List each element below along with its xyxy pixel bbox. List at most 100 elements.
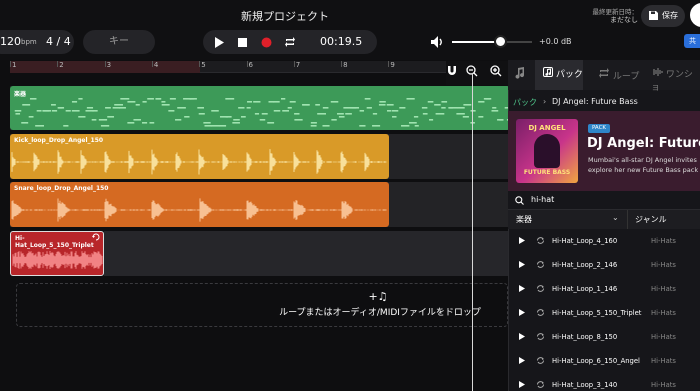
- magnet-icon[interactable]: [446, 65, 458, 77]
- play-icon[interactable]: [519, 357, 525, 364]
- hihat-region[interactable]: Hi-Hat_Loop_5_150_Triplet: [10, 231, 104, 276]
- music-note-icon: [515, 67, 525, 79]
- loop-icon: [537, 237, 544, 244]
- ruler-tick-label: 5: [201, 61, 206, 69]
- play-icon: [215, 36, 224, 48]
- drop-zone-text: ループまたはオーディオ/MIDIファイルをドロップ: [279, 308, 481, 318]
- genre-filter[interactable]: ジャンル: [635, 214, 667, 225]
- result-category: Hi-Hats: [651, 285, 676, 293]
- record-button[interactable]: [258, 34, 274, 50]
- app-window: 新規プロジェクト 120 bpm 4 / 4 キー 00:19.5 +0.0 d…: [0, 0, 700, 391]
- breadcrumb-packs[interactable]: パック: [513, 97, 537, 108]
- play-icon[interactable]: [519, 381, 525, 388]
- artwork-line-1: DJ ANGEL: [528, 124, 566, 132]
- play-icon[interactable]: [519, 309, 525, 316]
- loop-button[interactable]: [282, 34, 298, 50]
- loop-icon: [285, 37, 295, 47]
- snare-waveform: [11, 198, 387, 222]
- hihat-waveform: [12, 251, 103, 269]
- result-category: Hi-Hats: [651, 381, 676, 389]
- loop-icon: [599, 68, 609, 78]
- stop-icon: [237, 37, 247, 47]
- ruler-tick-label: 3: [106, 61, 112, 69]
- zoom-in-icon[interactable]: [490, 65, 502, 77]
- key-button[interactable]: キー: [83, 30, 155, 54]
- save-label: 保存: [662, 11, 678, 20]
- tab-packs-label: パック: [555, 70, 583, 80]
- result-category: Hi-Hats: [651, 357, 676, 365]
- instrument-filter[interactable]: 楽器: [516, 214, 532, 225]
- result-name: Hi-Hat_Loop_5_150_Triplet: [552, 309, 642, 317]
- kick-region[interactable]: Kick_loop_Drop_Angel_150: [10, 134, 389, 179]
- play-icon[interactable]: [519, 261, 525, 268]
- breadcrumb-separator: ›: [543, 97, 547, 106]
- loop-icon: [537, 261, 544, 268]
- filter-divider: [627, 210, 628, 229]
- ruler-tick-mark: [199, 61, 201, 67]
- ruler-tick-mark: [246, 61, 248, 67]
- ruler-tick-mark: [104, 61, 106, 67]
- loop-icon: [537, 285, 544, 292]
- loop-icon: [537, 309, 544, 316]
- pack-description: Mumbai's all-star DJ Angel invites: [588, 156, 697, 164]
- playhead[interactable]: [472, 73, 473, 391]
- volume-db: +0.0 dB: [539, 37, 572, 46]
- tempo-value[interactable]: 120: [0, 35, 21, 48]
- play-icon[interactable]: [519, 333, 525, 340]
- result-name: Hi-Hat_Loop_6_150_Angel: [552, 357, 640, 365]
- result-category: Hi-Hats: [651, 309, 676, 317]
- result-category: Hi-Hats: [651, 261, 676, 269]
- project-title[interactable]: 新規プロジェクト: [0, 8, 570, 24]
- play-button[interactable]: [211, 34, 227, 50]
- play-icon[interactable]: [519, 285, 525, 292]
- ruler-tick-label: 1: [12, 61, 17, 69]
- search-input[interactable]: hi-hat: [531, 195, 554, 204]
- tab-packs[interactable]: パック: [543, 67, 583, 80]
- loop-icon: [537, 333, 544, 340]
- waveform-icon: [653, 68, 663, 76]
- loop-badge-icon: [92, 233, 100, 241]
- tab-loops[interactable]: ループ: [598, 67, 639, 82]
- pack-tag: PACK: [588, 124, 610, 133]
- pack-title: DJ Angel: Future: [587, 136, 700, 151]
- breadcrumb-current: DJ Angel: Future Bass: [552, 97, 638, 106]
- chevron-down-icon[interactable]: ⌄: [612, 213, 619, 222]
- ruler-tick-label: 7: [295, 61, 301, 69]
- play-icon[interactable]: [519, 237, 525, 244]
- tab-loops-label: ループ: [612, 72, 640, 82]
- tempo-unit: bpm: [21, 38, 37, 46]
- volume-fill: [452, 41, 500, 43]
- snare-region[interactable]: Snare_loop_Drop_Angel_150: [10, 182, 389, 227]
- ruler-tick-mark: [10, 61, 11, 67]
- loop-icon: [537, 357, 544, 364]
- tab-instruments[interactable]: [515, 67, 525, 82]
- ruler-tick-mark: [341, 61, 343, 67]
- ruler-tick-label: 2: [59, 61, 64, 69]
- tab-oneshots[interactable]: ワンショ: [651, 67, 700, 93]
- track-lane: [104, 231, 508, 276]
- pack-icon: [543, 67, 553, 77]
- artwork-figure: [534, 134, 560, 168]
- ruler-tick-mark: [57, 61, 59, 67]
- stop-button[interactable]: [234, 34, 250, 50]
- result-category: Hi-Hats: [651, 237, 676, 245]
- filter-row: [508, 210, 700, 229]
- pack-artwork: DJ ANGEL FUTURE BASS: [516, 119, 578, 183]
- share-button[interactable]: 共: [684, 34, 700, 48]
- artwork-line-2: FUTURE BASS: [523, 169, 571, 176]
- save-icon: [649, 11, 658, 20]
- ruler-tick-mark: [151, 61, 153, 67]
- ruler-tick-label: 4: [153, 61, 159, 69]
- result-category: Hi-Hats: [651, 333, 676, 341]
- ruler-tick-label: 8: [343, 61, 348, 69]
- loop-icon: [537, 381, 544, 388]
- instrument-region[interactable]: 楽器: [10, 86, 510, 130]
- time-signature[interactable]: 4 / 4: [46, 35, 71, 48]
- volume-knob[interactable]: [494, 35, 507, 48]
- kick-waveform: [11, 149, 387, 175]
- search-icon: [515, 196, 524, 205]
- result-name: Hi-Hat_Loop_3_140: [552, 381, 618, 389]
- record-icon: [261, 37, 271, 47]
- add-music-icon: +♫: [368, 290, 388, 303]
- speaker-icon[interactable]: [430, 35, 444, 49]
